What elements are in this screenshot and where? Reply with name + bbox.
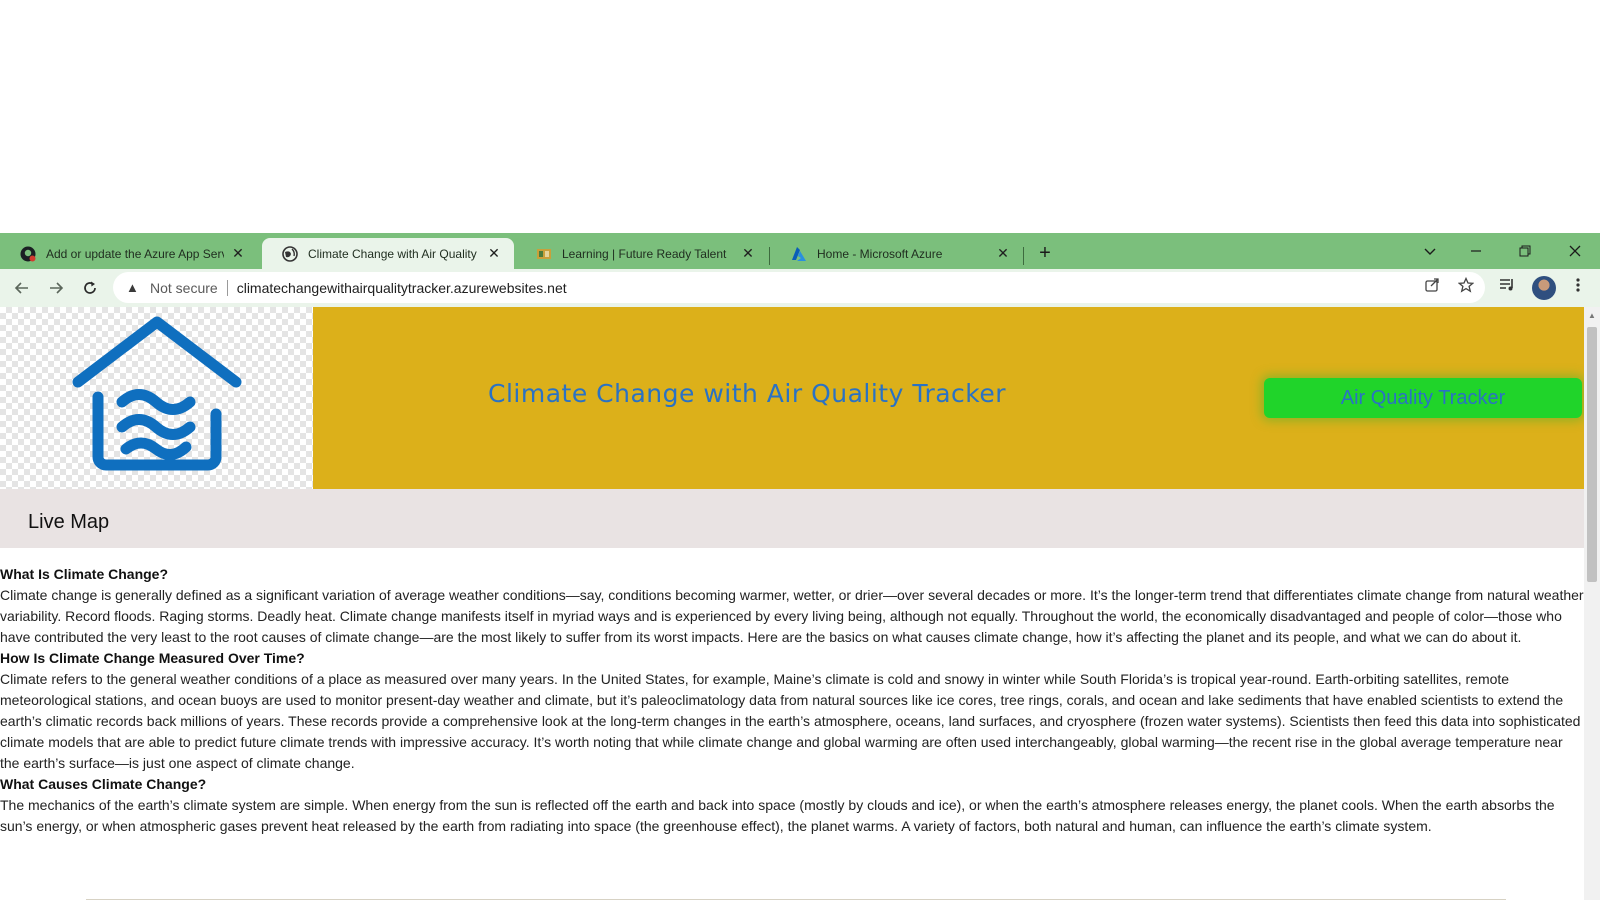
minimize-icon[interactable] (1453, 233, 1499, 269)
article-content: What Is Climate Change? Climate change i… (0, 564, 1584, 837)
tab-climate-change[interactable]: Climate Change with Air Quality Tra ✕ (262, 238, 514, 269)
profile-avatar[interactable] (1532, 276, 1556, 300)
tab-azure-portal[interactable]: Home - Microsoft Azure ✕ (771, 238, 1023, 269)
media-queue-icon[interactable] (1499, 276, 1517, 294)
section-heading: What Causes Climate Change? (0, 776, 207, 792)
air-quality-tracker-button[interactable]: Air Quality Tracker (1264, 378, 1582, 418)
tab-separator (769, 247, 770, 265)
tab-title: Add or update the Azure App Servic (46, 246, 224, 261)
security-label[interactable]: Not secure (150, 280, 218, 296)
close-window-icon[interactable] (1552, 233, 1598, 269)
url-text[interactable]: climatechangewithairqualitytracker.azure… (237, 280, 567, 296)
section-body: The mechanics of the earth’s climate sys… (0, 797, 1555, 834)
address-bar[interactable]: ▲ Not secure climatechangewithairquality… (113, 272, 1485, 303)
tab-search-chevron-icon[interactable] (1407, 233, 1453, 269)
close-icon[interactable]: ✕ (486, 245, 502, 262)
section-body: Climate change is generally defined as a… (0, 587, 1584, 645)
close-icon[interactable]: ✕ (995, 245, 1011, 262)
page-viewport: Climate Change with Air Quality Tracker … (0, 307, 1584, 900)
page-scrollbar[interactable]: ▲ (1584, 307, 1600, 900)
kebab-menu-icon[interactable] (1569, 276, 1587, 294)
scrollbar-thumb[interactable] (1587, 327, 1597, 582)
azure-icon (791, 246, 807, 262)
forward-arrow-icon[interactable] (42, 274, 70, 302)
site-title: Climate Change with Air Quality Tracker (488, 379, 1007, 408)
scroll-up-arrow-icon[interactable]: ▲ (1588, 311, 1596, 320)
tab-strip: Add or update the Azure App Servic ✕ Cli… (0, 233, 1600, 269)
tab-azure-docs[interactable]: Add or update the Azure App Servic ✕ (0, 238, 258, 269)
back-arrow-icon[interactable] (8, 274, 36, 302)
site-logo[interactable] (0, 307, 313, 489)
warning-icon[interactable]: ▲ (126, 280, 142, 295)
tab-separator (1023, 247, 1024, 265)
close-icon[interactable]: ✕ (230, 245, 246, 262)
restore-icon[interactable] (1502, 233, 1548, 269)
globe-icon (282, 245, 298, 262)
tab-title: Home - Microsoft Azure (817, 246, 943, 261)
learning-icon (536, 246, 552, 262)
browser-toolbar: ▲ Not secure climatechangewithairquality… (0, 269, 1600, 307)
reload-icon[interactable] (76, 274, 104, 302)
site-nav: Live Map (0, 489, 1584, 548)
site-header: Climate Change with Air Quality Tracker … (0, 307, 1584, 489)
nav-link-live-map[interactable]: Live Map (28, 511, 109, 534)
section-heading: What Is Climate Change? (0, 566, 169, 582)
share-icon[interactable] (1423, 276, 1441, 294)
close-icon[interactable]: ✕ (740, 245, 756, 262)
address-divider (226, 279, 228, 296)
github-icon (20, 246, 36, 262)
section-heading: How Is Climate Change Measured Over Time… (0, 650, 305, 666)
tab-title: Learning | Future Ready Talent (562, 246, 727, 261)
tab-title: Climate Change with Air Quality Tra (308, 246, 480, 261)
tab-learning[interactable]: Learning | Future Ready Talent ✕ (516, 238, 768, 269)
house-waves-logo-icon (72, 316, 242, 471)
new-tab-plus-icon[interactable]: + (1034, 242, 1056, 264)
bookmark-star-icon[interactable] (1457, 276, 1475, 294)
section-body: Climate refers to the general weather co… (0, 671, 1581, 771)
